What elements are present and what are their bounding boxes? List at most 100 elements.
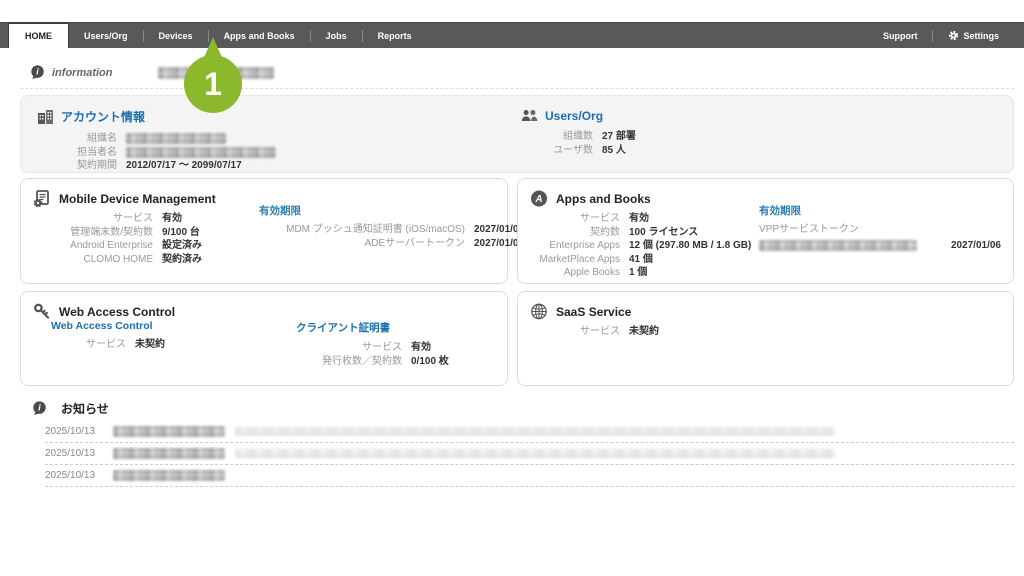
row-value: 設定済み [162, 240, 202, 251]
mdm-device-gear-icon [33, 190, 49, 207]
row-label: 組織名 [87, 133, 117, 144]
info-bubble-icon: i [31, 65, 44, 80]
row-value: 1 個 [629, 267, 648, 278]
row-value: 未契約 [629, 326, 659, 337]
svg-text:A: A [534, 194, 542, 205]
web-access-control-link[interactable]: Web Access Control [51, 320, 165, 332]
news-text-redacted [113, 448, 225, 459]
saas-card-title: SaaS Service [556, 304, 632, 319]
news-text-redacted [113, 470, 225, 481]
user-count-value: 85 人 [602, 144, 626, 156]
mdm-card-title: Mobile Device Management [59, 191, 216, 206]
news-date: 2025/10/13 [45, 448, 96, 459]
saas-status-list: サービス 未契約 [532, 325, 659, 339]
tab-home[interactable]: HOME [8, 23, 69, 48]
row-label: サービス [580, 326, 620, 337]
users-org-section: Users/Org 組織数 27 部署 ユーザ数 85 人 [521, 108, 636, 157]
row-label: MDM プッシュ通知証明書 (iOS/macOS) [286, 224, 465, 235]
row-label: CLOMO HOME [83, 253, 153, 265]
contract-period-value: 2012/07/17 ～ 2099/07/17 [126, 160, 242, 171]
users-org-row: ユーザ数 85 人 [521, 144, 636, 158]
row-value: 契約済み [162, 253, 202, 265]
gear-icon [949, 30, 959, 41]
news-text-redacted-faint [235, 427, 835, 436]
org-count-value: 27 部署 [602, 131, 636, 142]
row-value: 有効 [162, 213, 182, 224]
row-label: 組織数 [563, 131, 593, 142]
row-value: 100 ライセンス [629, 226, 699, 238]
account-row: 組織名 [37, 132, 276, 146]
apps-books-card: A Apps and Books サービス 有効 契約数 100 ライセンス Ent… [517, 178, 1014, 284]
tab-users-org[interactable]: Users/Org [69, 23, 143, 48]
vpp-expiry-section: 有効期限 VPPサービストークン 2027/01/06 [759, 203, 1001, 251]
row-label: 契約数 [590, 226, 620, 238]
row-value: 有効 [411, 342, 431, 353]
row-label: Android Enterprise [70, 240, 153, 251]
row-label: Enterprise Apps [549, 240, 620, 251]
key-icon [34, 303, 50, 319]
web-access-card-title: Web Access Control [59, 304, 176, 319]
vpp-token-redacted [759, 239, 917, 251]
row-value: 有効 [629, 213, 649, 224]
section-divider [20, 88, 1014, 89]
mdm-status-list: サービス 有効 管理端末数/契約数 9/100 台 Android Enterpri… [35, 212, 202, 266]
tab-reports[interactable]: Reports [363, 23, 427, 48]
news-section-header: i お知らせ [32, 400, 109, 417]
mdm-expiry-section: 有効期限 MDM プッシュ通知証明書 (iOS/macOS) 2027/01/06… [259, 203, 524, 250]
row-label: サービス [86, 339, 126, 350]
row-label: Apple Books [563, 267, 620, 278]
saas-service-card: SaaS Service サービス 未契約 [517, 291, 1014, 386]
row-label: サービス [362, 342, 402, 353]
account-row: 契約期間 2012/07/17 ～ 2099/07/17 [37, 159, 276, 173]
info-bubble-icon: i [33, 401, 46, 416]
row-label: MarketPlace Apps [539, 253, 620, 265]
client-certificate-link[interactable]: クライアント証明書 [296, 320, 449, 335]
users-icon [521, 109, 538, 122]
row-label: ユーザ数 [553, 144, 593, 156]
apps-books-card-title: Apps and Books [556, 191, 651, 206]
row-label: 契約期間 [77, 160, 117, 171]
row-value: 12 個 (297.80 MB / 1.8 GB) [629, 240, 752, 251]
org-name-redacted [126, 133, 226, 145]
news-item[interactable]: 2025/10/13 [45, 443, 1014, 465]
mdm-card: Mobile Device Management サービス 有効 管理端末数/契約… [20, 178, 524, 284]
tab-apps-and-books[interactable]: Apps and Books [209, 23, 310, 48]
news-item[interactable]: 2025/10/13 [45, 465, 1014, 487]
navbar-right: Support Settings [868, 23, 1024, 48]
settings-button[interactable]: Settings [933, 23, 1014, 48]
row-value: 41 個 [629, 253, 653, 265]
information-row: i information [30, 65, 274, 80]
expiry-heading: 有効期限 [759, 205, 801, 217]
row-value: 9/100 台 [162, 226, 200, 238]
news-date: 2025/10/13 [45, 426, 96, 437]
news-text-redacted-faint [235, 449, 835, 458]
account-row: 担当者名 [37, 146, 276, 160]
row-value: 未契約 [135, 339, 165, 350]
expiry-heading: 有効期限 [259, 205, 301, 217]
contact-name-redacted [126, 146, 276, 158]
settings-label: Settings [963, 30, 999, 41]
row-label: 担当者名 [77, 146, 117, 158]
account-info-section: アカウント情報 組織名 担当者名 契約期間 2012/07/17 ～ 2099/… [37, 108, 276, 173]
client-cert-subsection: クライアント証明書 サービス 有効 発行枚数／契約数 0/100 枚 [296, 320, 449, 368]
tab-jobs[interactable]: Jobs [311, 23, 362, 48]
support-link[interactable]: Support [868, 23, 933, 48]
row-label: サービス [113, 213, 153, 224]
top-navbar: HOME Users/Org Devices Apps and Books Jo… [0, 22, 1024, 48]
users-org-title[interactable]: Users/Org [545, 109, 603, 123]
vpp-token-expiry-date: 2027/01/06 [950, 239, 1001, 251]
web-access-control-card: Web Access Control Web Access Control サー… [20, 291, 508, 386]
information-redacted-text [157, 66, 274, 79]
home-dashboard: HOME Users/Org Devices Apps and Books Jo… [0, 0, 1024, 576]
news-item[interactable]: 2025/10/13 [45, 421, 1014, 443]
information-label: information [52, 66, 113, 79]
account-info-title[interactable]: アカウント情報 [61, 108, 145, 125]
vpp-token-label: VPPサービストークン [759, 224, 860, 235]
globe-icon [531, 303, 547, 320]
tab-devices[interactable]: Devices [144, 23, 208, 48]
row-label: サービス [580, 213, 620, 224]
news-text-redacted [113, 426, 225, 437]
news-title: お知らせ [61, 402, 109, 416]
row-label: 発行枚数／契約数 [322, 355, 402, 367]
app-store-icon: A [530, 190, 548, 207]
